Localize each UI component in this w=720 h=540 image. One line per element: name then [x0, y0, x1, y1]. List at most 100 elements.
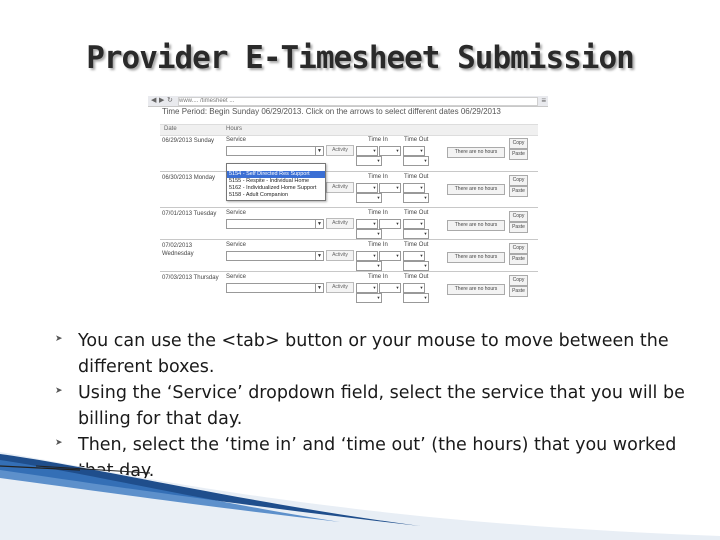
time-out-ampm-select[interactable]: ▼ — [403, 261, 429, 271]
row-date: 07/03/2013 Thursday — [162, 275, 219, 281]
chevron-down-icon: ▼ — [372, 285, 377, 290]
chevron-down-icon: ▼ — [395, 285, 400, 290]
service-label: Service — [226, 242, 247, 248]
arrow-bullet-icon: ➤ — [55, 386, 63, 396]
dropdown-option[interactable]: 5154 - Self Directed Res Support — [227, 171, 325, 178]
timesheet-row: 06/30/2013 MondayService▼ActivityTime In… — [160, 171, 538, 208]
time-out-ampm-select[interactable]: ▼ — [403, 156, 429, 166]
service-select[interactable]: ▼ — [226, 219, 324, 229]
time-in-hour-select[interactable]: ▼ — [356, 146, 378, 156]
dropdown-option[interactable]: 5162 - Individualized Home Support — [227, 185, 325, 192]
timesheet-row: 07/03/2013 Thursday Service ▼ Activity Time … — [160, 271, 538, 304]
time-in-minute-select[interactable]: ▼ — [379, 183, 401, 193]
forward-icon[interactable]: ▶ — [159, 97, 164, 105]
browser-toolbar: ◀ ▶ ↻ www.... /timesheet ... ≡ — [148, 96, 548, 107]
chevron-down-icon: ▼ — [423, 231, 428, 236]
bullet-item: ➤ You can use the <tab> button or your mo… — [55, 328, 695, 380]
activity-button[interactable]: Activity — [326, 282, 354, 293]
activity-button[interactable]: Activity — [326, 218, 354, 229]
copy-button[interactable]: Copy — [509, 211, 528, 222]
timesheet-row: 07/02/2013 Wednesday Service ▼ Activity Time… — [160, 239, 538, 272]
time-out-ampm-select[interactable]: ▼ — [403, 293, 429, 303]
chevron-down-icon: ▼ — [372, 148, 377, 153]
header-date: Date — [164, 126, 177, 132]
reload-icon[interactable]: ↻ — [167, 97, 173, 105]
activity-button[interactable]: Activity — [326, 250, 354, 261]
time-in-ampm-select[interactable]: ▼ — [356, 293, 382, 303]
copy-button[interactable]: Copy — [509, 243, 528, 254]
time-in-minute-select[interactable]: ▼ — [379, 251, 401, 261]
service-select[interactable]: ▼ — [226, 251, 324, 261]
chevron-down-icon: ▼ — [419, 221, 424, 226]
decorative-swoosh — [0, 452, 720, 540]
hours-button[interactable]: There are no hours — [447, 184, 505, 195]
time-in-label: Time In — [368, 274, 388, 280]
time-out-hour-select[interactable]: ▼ — [403, 219, 425, 229]
time-in-ampm-select[interactable]: ▼ — [356, 193, 382, 203]
activity-button[interactable]: Activity — [326, 182, 354, 193]
paste-button[interactable]: Paste — [509, 149, 528, 160]
hours-button[interactable]: There are no hours — [447, 252, 505, 263]
arrow-bullet-icon: ➤ — [55, 334, 63, 344]
time-in-ampm-select[interactable]: ▼ — [356, 156, 382, 166]
timesheet-screenshot: ◀ ▶ ↻ www.... /timesheet ... ≡ Time Peri… — [148, 96, 548, 304]
time-out-hour-select[interactable]: ▼ — [403, 183, 425, 193]
activity-button[interactable]: Activity — [326, 145, 354, 156]
paste-button[interactable]: Paste — [509, 222, 528, 233]
address-bar[interactable]: www.... /timesheet ... — [178, 97, 538, 106]
time-in-label: Time In — [368, 174, 388, 180]
chevron-down-icon: ▼ — [419, 148, 424, 153]
paste-button[interactable]: Paste — [509, 254, 528, 265]
service-select[interactable]: ▼ — [226, 283, 324, 293]
chevron-down-icon: ▼ — [395, 185, 400, 190]
time-in-hour-select[interactable]: ▼ — [356, 219, 378, 229]
paste-button[interactable]: Paste — [509, 286, 528, 297]
hours-button[interactable]: There are no hours — [447, 284, 505, 295]
time-out-label: Time Out — [404, 174, 429, 180]
arrow-bullet-icon: ➤ — [55, 438, 63, 448]
service-dropdown-list[interactable]: 5154 - Self Directed Res Support 5155 - R… — [226, 163, 326, 201]
time-out-ampm-select[interactable]: ▼ — [403, 193, 429, 203]
service-label: Service — [226, 137, 247, 143]
copy-button[interactable]: Copy — [509, 275, 528, 286]
dropdown-option[interactable]: 5155 - Respite - Individual Home — [227, 178, 325, 185]
time-in-minute-select[interactable]: ▼ — [379, 283, 401, 293]
time-out-ampm-select[interactable]: ▼ — [403, 229, 429, 239]
chevron-down-icon: ▼ — [315, 252, 323, 260]
copy-button[interactable]: Copy — [509, 175, 528, 186]
row-date: 07/01/2013 Tuesday — [162, 211, 217, 217]
timesheet-row: 06/29/2013 Sunday Service ▼ Activity Time In… — [160, 134, 538, 172]
hours-button[interactable]: There are no hours — [447, 147, 505, 158]
chevron-down-icon: ▼ — [423, 195, 428, 200]
hours-button[interactable]: There are no hours — [447, 220, 505, 231]
header-hours: Hours — [226, 126, 243, 132]
slide-title: Provider E-Timesheet Submission — [86, 40, 635, 76]
row-date: 06/29/2013 Sunday — [162, 138, 215, 144]
slide: Provider E-Timesheet Submission ◀ ▶ ↻ ww… — [0, 0, 720, 540]
timesheet-row: 07/01/2013 Tuesday Service ▼ Activity Time I… — [160, 207, 538, 240]
menu-icon[interactable]: ≡ — [541, 96, 546, 105]
time-in-hour-select[interactable]: ▼ — [356, 283, 378, 293]
copy-button[interactable]: Copy — [509, 138, 528, 149]
service-select[interactable]: ▼ — [226, 146, 324, 156]
time-in-hour-select[interactable]: ▼ — [356, 251, 378, 261]
time-in-ampm-select[interactable]: ▼ — [356, 229, 382, 239]
dropdown-option[interactable]: 5158 - Adult Companion — [227, 192, 325, 199]
paste-button[interactable]: Paste — [509, 186, 528, 197]
time-period-text: Time Period: Begin Sunday 06/29/2013. Cl… — [162, 107, 501, 116]
chevron-down-icon: ▼ — [423, 295, 428, 300]
time-out-hour-select[interactable]: ▼ — [403, 251, 425, 261]
time-out-label: Time Out — [404, 274, 429, 280]
time-in-hour-select[interactable]: ▼ — [356, 183, 378, 193]
time-in-minute-select[interactable]: ▼ — [379, 146, 401, 156]
time-out-label: Time Out — [404, 210, 429, 216]
time-in-label: Time In — [368, 242, 388, 248]
dropdown-option[interactable] — [227, 164, 325, 171]
time-in-minute-select[interactable]: ▼ — [379, 219, 401, 229]
time-out-hour-select[interactable]: ▼ — [403, 283, 425, 293]
time-in-ampm-select[interactable]: ▼ — [356, 261, 382, 271]
time-out-hour-select[interactable]: ▼ — [403, 146, 425, 156]
back-icon[interactable]: ◀ — [151, 97, 156, 105]
row-date: 07/02/2013 Wednesday — [162, 243, 194, 257]
bullet-text: You can use the <tab> button or your mou… — [78, 331, 669, 377]
